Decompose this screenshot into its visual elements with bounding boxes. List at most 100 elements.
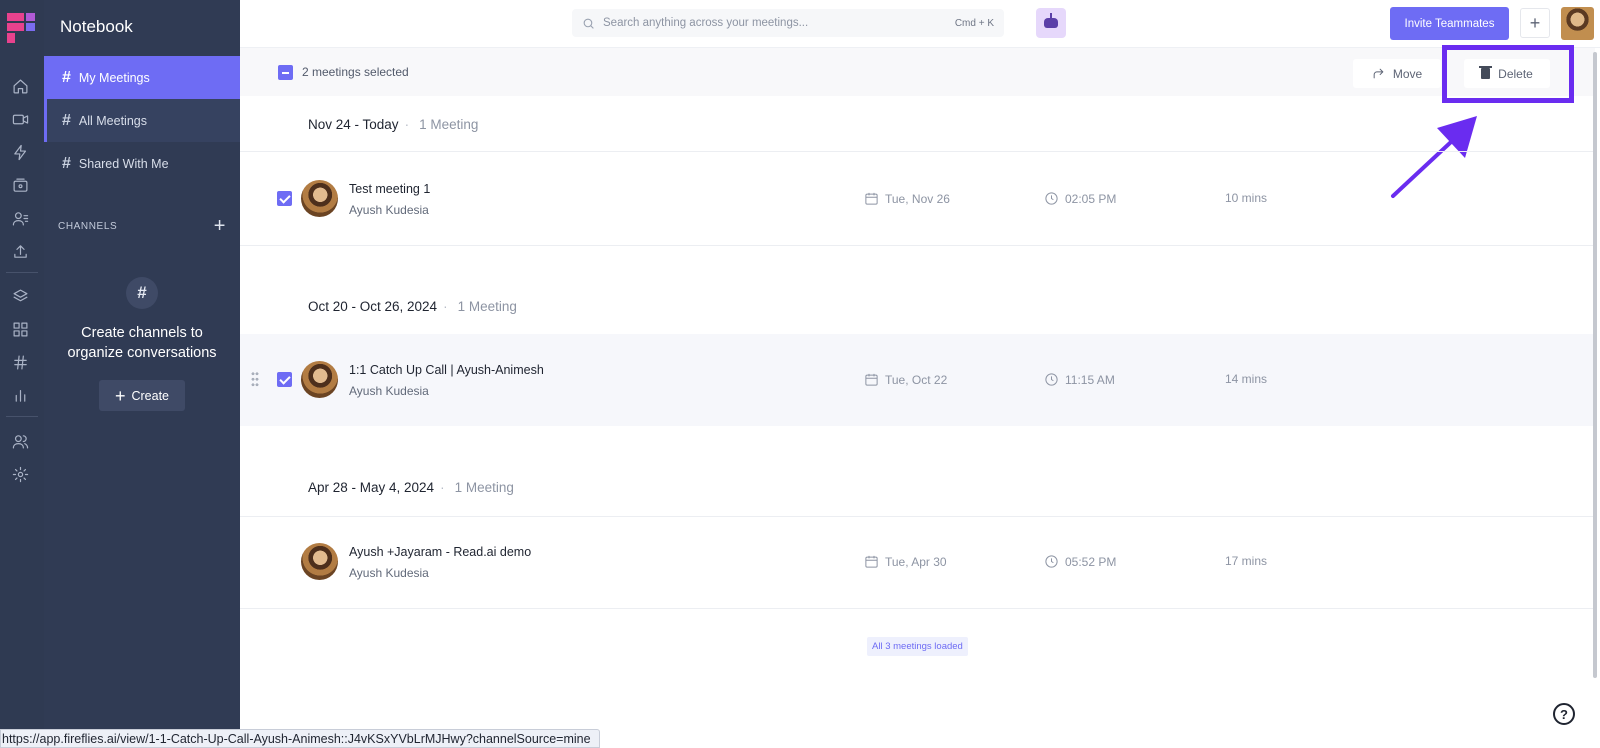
sidebar-item-label: My Meetings <box>78 70 150 85</box>
divider <box>240 608 1595 609</box>
sidebar-item-label: Shared With Me <box>78 156 169 171</box>
invite-teammates-button[interactable]: Invite Teammates <box>1390 7 1509 40</box>
meeting-row[interactable]: Ayush +Jayaram - Read.ai demo Ayush Kude… <box>240 516 1595 608</box>
search-bar[interactable]: Cmd + K <box>572 9 1004 37</box>
meeting-owner: Ayush Kudesia <box>349 203 429 217</box>
meeting-duration: 10 mins <box>1225 191 1268 205</box>
calendar-icon <box>865 555 878 568</box>
meeting-title[interactable]: Ayush +Jayaram - Read.ai demo <box>349 545 531 559</box>
group-header: Oct 20 - Oct 26, 2024 · 1 Meeting <box>308 299 517 314</box>
hashtag-icon: # <box>62 111 71 129</box>
layers-icon[interactable] <box>9 285 31 307</box>
rail-divider <box>6 272 38 273</box>
group-title: Oct 20 - Oct 26, 2024 <box>308 299 438 314</box>
video-icon[interactable] <box>9 108 31 130</box>
group-count: 1 Meeting <box>454 480 514 495</box>
time-text: 05:52 PM <box>1065 554 1117 569</box>
sidebar-title: Notebook <box>60 17 133 36</box>
hashtag-icon: # <box>126 277 158 309</box>
sidebar-item-label: All Meetings <box>78 113 147 128</box>
fireflies-logo[interactable] <box>7 13 35 43</box>
top-bar: Cmd + K Invite Teammates + <box>240 0 1600 48</box>
search-input[interactable] <box>603 17 955 29</box>
group-count: 1 Meeting <box>457 299 517 314</box>
channels-title: CHANNELS <box>58 220 118 232</box>
rail-divider <box>6 416 38 417</box>
separator-dot: · <box>404 117 410 132</box>
drag-handle-icon[interactable] <box>251 371 259 387</box>
time-text: 11:15 AM <box>1065 372 1115 387</box>
link-status-bar: https://app.fireflies.ai/view/1-1-Catch-… <box>0 729 600 748</box>
meeting-duration: 17 mins <box>1225 554 1268 568</box>
selection-count: 2 meetings selected <box>302 65 409 79</box>
hashtag-icon: # <box>62 154 71 172</box>
avatar <box>301 543 338 580</box>
help-icon[interactable]: ? <box>1553 703 1575 725</box>
clock-icon <box>1045 192 1058 205</box>
group-count: 1 Meeting <box>419 117 479 132</box>
add-channel-icon[interactable]: + <box>214 216 226 236</box>
add-button[interactable]: + <box>1520 8 1550 38</box>
group-header: Apr 28 - May 4, 2024 · 1 Meeting <box>308 480 514 495</box>
hashtag-icon: # <box>62 68 71 86</box>
search-icon <box>583 18 594 29</box>
user-avatar[interactable] <box>1561 7 1594 40</box>
meeting-time: 11:15 AM <box>1044 372 1115 387</box>
meeting-owner: Ayush Kudesia <box>349 384 429 398</box>
analytics-icon[interactable] <box>9 384 31 406</box>
meeting-row[interactable]: Test meeting 1 Ayush Kudesia Tue, Nov 26… <box>240 153 1595 245</box>
create-label: Create <box>131 388 170 403</box>
group-title: Apr 28 - May 4, 2024 <box>308 480 435 495</box>
move-button[interactable]: Move <box>1353 59 1441 88</box>
meeting-date: Tue, Oct 22 <box>864 372 947 387</box>
record-icon[interactable] <box>9 174 31 196</box>
group-title: Nov 24 - Today <box>308 117 399 132</box>
selection-bar: 2 meetings selected Move Delete <box>240 48 1595 96</box>
contacts-icon[interactable] <box>9 207 31 229</box>
grid-icon[interactable] <box>9 318 31 340</box>
team-icon[interactable] <box>9 430 31 452</box>
delete-highlight-box <box>1442 45 1574 103</box>
meeting-owner: Ayush Kudesia <box>349 566 429 580</box>
date-text: Tue, Apr 30 <box>885 554 947 569</box>
clock-icon <box>1045 373 1058 386</box>
channels-empty-message: Create channels to organize conversation… <box>67 325 217 361</box>
sidebar-item-all-meetings[interactable]: # All Meetings <box>44 99 240 142</box>
date-text: Tue, Nov 26 <box>885 191 950 206</box>
meeting-checkbox[interactable] <box>277 191 292 206</box>
hashtag-icon[interactable] <box>9 351 31 373</box>
sidebar-item-shared-with-me[interactable]: # Shared With Me <box>44 142 240 185</box>
separator-dot: · <box>443 299 448 314</box>
calendar-icon <box>865 192 878 205</box>
all-loaded-badge: All 3 meetings loaded <box>867 637 968 656</box>
move-icon <box>1373 68 1384 79</box>
meeting-title[interactable]: 1:1 Catch Up Call | Ayush-Animesh <box>349 363 544 377</box>
settings-icon[interactable] <box>9 463 31 485</box>
upload-icon[interactable] <box>9 240 31 262</box>
create-channel-button[interactable]: + Create <box>99 380 185 411</box>
divider <box>240 245 1595 246</box>
channels-header: CHANNELS + <box>58 216 226 236</box>
date-text: Tue, Oct 22 <box>885 372 948 387</box>
search-shortcut: Cmd + K <box>954 17 994 29</box>
scrollbar[interactable] <box>1593 52 1597 678</box>
meeting-date: Tue, Apr 30 <box>864 554 947 569</box>
clock-icon <box>1045 555 1058 568</box>
group-header: Nov 24 - Today · 1 Meeting <box>308 117 478 132</box>
meeting-checkbox[interactable] <box>277 372 292 387</box>
sidebar-item-my-meetings[interactable]: # My Meetings <box>44 56 240 99</box>
home-icon[interactable] <box>9 75 31 97</box>
meeting-time: 05:52 PM <box>1044 554 1116 569</box>
notebook-sidebar: Notebook # My Meetings # All Meetings # … <box>44 0 240 748</box>
meeting-title[interactable]: Test meeting 1 <box>349 182 430 196</box>
separator-dot: · <box>440 480 445 495</box>
bolt-icon[interactable] <box>9 141 31 163</box>
select-all-checkbox[interactable] <box>278 65 293 80</box>
meeting-time: 02:05 PM <box>1044 191 1116 206</box>
meeting-row[interactable]: 1:1 Catch Up Call | Ayush-Animesh Ayush … <box>240 334 1595 426</box>
meeting-duration: 14 mins <box>1225 372 1268 386</box>
move-label: Move <box>1392 66 1423 81</box>
avatar <box>301 180 338 217</box>
ai-assistant-icon[interactable] <box>1036 8 1066 38</box>
plus-icon: + <box>114 385 126 406</box>
